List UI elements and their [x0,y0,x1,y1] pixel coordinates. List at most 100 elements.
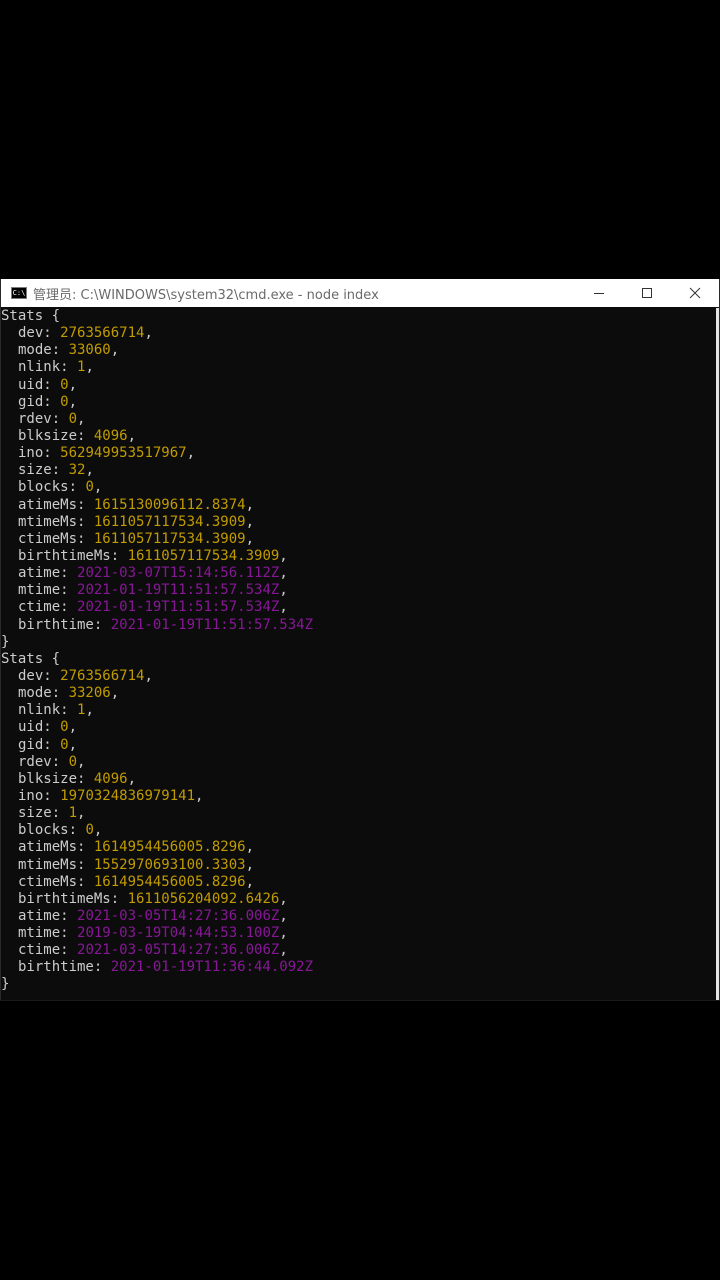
field-key: birthtimeMs [18,890,111,907]
maximize-button[interactable] [623,279,671,307]
field-value: 0 [60,736,69,753]
stats-header: Stats { [1,650,61,667]
field-separator: : [51,410,69,427]
field-key: nlink [18,702,61,719]
field-comma: , [93,822,103,839]
minimize-icon [594,293,604,294]
field-separator: : [93,959,111,976]
field-value: 2021-01-19T11:51:57.534Z [110,616,314,633]
field-separator: : [60,942,78,959]
field-comma: , [279,907,288,924]
field-key: gid [18,393,44,410]
field-separator: : [43,736,61,753]
field-separator: : [77,513,94,530]
field-comma: , [77,805,86,822]
field-value: 2019-03-19T04:44:53.100Z [77,925,280,942]
field-comma: , [110,685,120,702]
stats-field-rdev: rdev: 0, [1,411,719,428]
field-separator: : [43,667,61,684]
field-comma: , [195,787,204,804]
divider [0,1000,720,1001]
field-separator: : [51,685,69,702]
field-comma: , [279,942,288,959]
field-key: atimeMs [18,496,78,513]
field-value: 1615130096112.8374 [93,496,246,513]
field-separator: : [51,462,69,479]
field-value: 2763566714 [60,667,145,684]
field-key: rdev [18,753,52,770]
stats-field-birthtimeMs: birthtimeMs: 1611057117534.3909, [1,548,719,565]
field-separator: : [68,822,86,839]
field-key: ctime [18,942,61,959]
field-value: 2021-03-05T14:27:36.006Z [77,907,280,924]
stats-field-blocks: blocks: 0, [1,822,719,839]
field-comma: , [85,702,94,719]
field-comma: , [245,530,255,547]
stats-field-gid: gid: 0, [1,394,719,411]
stats-footer: } [1,633,10,650]
window-controls [575,279,719,307]
field-value: 1614954456005.8296 [93,839,246,856]
field-key: size [18,462,52,479]
field-separator: : [43,376,61,393]
field-separator: : [51,805,69,822]
field-value: 1611056204092.6426 [127,890,280,907]
field-separator: : [60,599,78,616]
field-comma: , [68,393,78,410]
field-key: birthtimeMs [18,547,111,564]
field-value: 1552970693100.3303 [93,856,246,873]
stats-field-mtimeMs: mtimeMs: 1611057117534.3909, [1,514,719,531]
stats-field-nlink: nlink: 1, [1,359,719,376]
stats-field-size: size: 32, [1,462,719,479]
minimize-button[interactable] [575,279,623,307]
field-value: 1 [68,805,78,822]
field-comma: , [144,667,153,684]
field-separator: : [60,925,78,942]
field-value: 562949953517967 [60,445,187,462]
stats-field-mtime: mtime: 2021-01-19T11:51:57.534Z, [1,582,719,599]
maximize-icon [642,288,652,298]
field-separator: : [60,582,78,599]
stats-field-atime: atime: 2021-03-05T14:27:36.006Z, [1,908,719,925]
stats-field-blocks: blocks: 0, [1,479,719,496]
field-key: birthtime [18,959,94,976]
stats-field-gid: gid: 0, [1,737,719,754]
field-separator: : [77,839,94,856]
field-key: blksize [18,770,78,787]
field-key: blocks [18,479,69,496]
stats-field-dev: dev: 2763566714, [1,668,719,685]
stats-field-ino: ino: 562949953517967, [1,445,719,462]
field-separator: : [110,547,128,564]
field-separator: : [77,530,94,547]
stats-field-ctimeMs: ctimeMs: 1611057117534.3909, [1,531,719,548]
field-separator: : [60,702,78,719]
stats-field-mtimeMs: mtimeMs: 1552970693100.3303, [1,857,719,874]
scrollbar[interactable] [716,308,719,1001]
stats-field-birthtime: birthtime: 2021-01-19T11:51:57.534Z [1,617,719,634]
field-value: 4096 [93,770,128,787]
field-value: 1611057117534.3909 [127,547,280,564]
field-key: ctime [18,599,61,616]
field-comma: , [144,325,153,342]
field-key: blocks [18,822,69,839]
field-separator: : [51,342,69,359]
field-separator: : [110,890,128,907]
stats-field-dev: dev: 2763566714, [1,325,719,342]
field-key: mode [18,685,52,702]
field-comma: , [77,410,86,427]
stats-field-uid: uid: 0, [1,719,719,736]
field-key: uid [18,376,44,393]
stats-field-rdev: rdev: 0, [1,754,719,771]
stats-field-mode: mode: 33206, [1,685,719,702]
title-bar[interactable]: C:\ 管理员: C:\WINDOWS\system32\cmd.exe - n… [1,279,719,307]
field-separator: : [77,427,94,444]
field-value: 2021-01-19T11:36:44.092Z [110,959,314,976]
field-comma: , [245,873,255,890]
console-output[interactable]: Stats {dev: 2763566714, mode: 33060, nlink… [1,308,719,1001]
field-key: atime [18,565,61,582]
field-comma: , [85,462,94,479]
field-comma: , [279,925,288,942]
field-value: 1970324836979141 [60,787,196,804]
field-key: mtimeMs [18,513,78,530]
close-button[interactable] [671,279,719,307]
